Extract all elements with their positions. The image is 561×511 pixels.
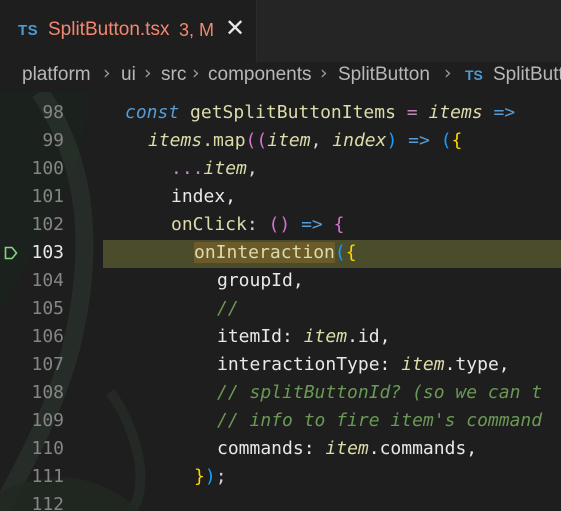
code-line[interactable]: 110 commands: item.commands, bbox=[0, 436, 561, 464]
line-number: 106 bbox=[31, 326, 64, 347]
code-editor[interactable]: 98 const getSplitButtonItems = items => … bbox=[0, 92, 561, 511]
code-line[interactable]: 112 bbox=[0, 492, 561, 511]
code-line[interactable]: 106 itemId: item.id, bbox=[0, 324, 561, 352]
line-number: 107 bbox=[31, 354, 64, 375]
code-line[interactable]: 98 const getSplitButtonItems = items => bbox=[0, 100, 561, 128]
line-number: 102 bbox=[31, 214, 64, 235]
code-content: index, bbox=[171, 186, 237, 207]
line-number: 109 bbox=[31, 410, 64, 431]
code-content: ...item, bbox=[171, 158, 258, 179]
chevron-right-icon: › bbox=[320, 62, 328, 84]
tab-status-badge: 3, M bbox=[179, 20, 215, 40]
line-number: 108 bbox=[31, 382, 64, 403]
code-comment: // splitButtonId? (so we can t bbox=[217, 382, 543, 403]
breadcrumb-item-src[interactable]: src bbox=[161, 64, 186, 86]
code-line[interactable]: 99 items.map((item, index) => ({ bbox=[0, 128, 561, 156]
code-comment: // bbox=[217, 298, 239, 319]
tab-splitbutton-tsx[interactable]: TS SplitButton.tsx 3, M ✕ bbox=[0, 0, 257, 62]
breadcrumb-item-platform[interactable]: platform bbox=[22, 64, 91, 86]
line-number: 98 bbox=[42, 102, 64, 123]
code-content: interactionType: item.type, bbox=[217, 354, 510, 375]
code-content: const getSplitButtonItems = items => bbox=[125, 102, 516, 123]
code-content: groupId, bbox=[217, 270, 304, 291]
typescript-icon: TS bbox=[465, 67, 483, 83]
line-number: 104 bbox=[31, 270, 64, 291]
code-line[interactable]: 102 onClick: () => { bbox=[0, 212, 561, 240]
breadcrumb-item-ui[interactable]: ui bbox=[121, 64, 136, 86]
line-number: 103 bbox=[31, 242, 64, 263]
code-content: items.map((item, index) => ({ bbox=[148, 130, 463, 151]
breadcrumb-item-splitbutton-file[interactable]: SplitButt bbox=[493, 64, 561, 86]
code-line[interactable]: 108 // splitButtonId? (so we can t bbox=[0, 380, 561, 408]
code-line[interactable]: 107 interactionType: item.type, bbox=[0, 352, 561, 380]
breakpoint-arrow-icon[interactable] bbox=[4, 246, 18, 260]
code-content: }); bbox=[194, 466, 227, 487]
line-number: 111 bbox=[31, 466, 64, 487]
line-number: 112 bbox=[31, 494, 64, 511]
chevron-right-icon: › bbox=[192, 62, 200, 84]
line-number: 99 bbox=[42, 130, 64, 151]
code-content: itemId: item.id, bbox=[217, 326, 391, 347]
close-icon[interactable]: ✕ bbox=[225, 14, 245, 42]
code-line[interactable]: 100 ...item, bbox=[0, 156, 561, 184]
code-content: commands: item.commands, bbox=[217, 438, 478, 459]
code-line[interactable]: 105 // bbox=[0, 296, 561, 324]
code-line[interactable]: 109 // info to fire item's command bbox=[0, 408, 561, 436]
code-line[interactable]: 104 groupId, bbox=[0, 268, 561, 296]
chevron-right-icon: › bbox=[144, 62, 152, 84]
typescript-icon: TS bbox=[18, 22, 39, 39]
code-content: onClick: () => { bbox=[171, 214, 345, 235]
line-number: 105 bbox=[31, 298, 64, 319]
tab-bar: TS SplitButton.tsx 3, M ✕ bbox=[0, 0, 561, 62]
code-line-current[interactable]: 103 onInteraction({ bbox=[0, 240, 561, 268]
line-number: 101 bbox=[31, 186, 64, 207]
chevron-right-icon: › bbox=[444, 62, 452, 84]
breadcrumb: platform › ui › src › components › Split… bbox=[0, 62, 561, 92]
breadcrumb-item-splitbutton-folder[interactable]: SplitButton bbox=[338, 64, 430, 86]
line-number: 110 bbox=[31, 438, 64, 459]
code-line[interactable]: 111 }); bbox=[0, 464, 561, 492]
code-content: onInteraction({ bbox=[194, 242, 357, 263]
code-line[interactable]: 101 index, bbox=[0, 184, 561, 212]
code-comment: // info to fire item's command bbox=[217, 410, 543, 431]
breadcrumb-item-components[interactable]: components bbox=[208, 64, 312, 86]
chevron-right-icon: › bbox=[103, 62, 111, 84]
line-number: 100 bbox=[31, 158, 64, 179]
tab-filename: SplitButton.tsx bbox=[48, 19, 170, 40]
